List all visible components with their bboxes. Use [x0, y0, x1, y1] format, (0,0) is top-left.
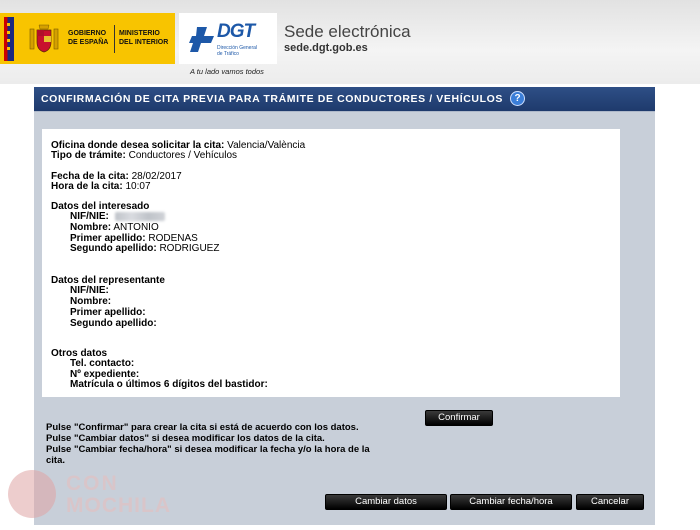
nif-row: NIF/NIE:: [70, 211, 165, 222]
panel-divider: [34, 111, 655, 112]
tramite-row: Tipo de trámite: Conductores / Vehículos: [51, 150, 237, 161]
watermark-line1: CON: [66, 472, 119, 495]
cambiar-datos-button[interactable]: Cambiar datos: [325, 494, 447, 510]
rep-primer-apellido-label: Primer apellido:: [70, 307, 146, 318]
ministerio-line1: MINISTERIO: [119, 30, 160, 37]
dgt-sub-line2: de Tráfico: [217, 51, 239, 57]
gobierno-logo[interactable]: GOBIERNO DE ESPAÑA MINISTERIO DEL INTERI…: [0, 13, 175, 64]
nif-value-redacted: [114, 211, 165, 221]
sede-url[interactable]: sede.dgt.gob.es: [284, 42, 368, 54]
nombre-row: Nombre: ANTONIO: [70, 222, 159, 233]
flag-strip-icon: [4, 17, 14, 61]
hora-value: 10:07: [125, 181, 151, 192]
page-title-bar: CONFIRMACIÓN DE CITA PREVIA PARA TRÁMITE…: [34, 87, 655, 112]
dgt-tagline: A tu lado vamos todos: [190, 67, 264, 76]
gobierno-line2: DE ESPAÑA: [68, 39, 109, 46]
segundo-apellido-value: RODRIGUEZ: [159, 243, 220, 254]
dgt-wordmark: DGT: [217, 21, 255, 42]
instruction-line-2: Pulse "Cambiar datos" si desea modificar…: [46, 433, 325, 444]
nombre-value: ANTONIO: [113, 222, 159, 233]
nif-label: NIF/NIE:: [70, 211, 109, 222]
appointment-details-box: Oficina donde desea solicitar la cita: V…: [42, 129, 620, 397]
tel-contacto-label: Tel. contacto:: [70, 358, 135, 369]
rep-nif-label: NIF/NIE:: [70, 285, 109, 296]
dgt-logo[interactable]: DGT Dirección General de Tráfico: [179, 13, 277, 64]
matricula-label: Matrícula o últimos 6 dígitos del bastid…: [70, 379, 268, 390]
page-title: CONFIRMACIÓN DE CITA PREVIA PARA TRÁMITE…: [41, 93, 503, 105]
hora-row: Hora de la cita: 10:07: [51, 181, 151, 192]
segundo-apellido-label: Segundo apellido:: [70, 243, 157, 254]
rep-nombre-label: Nombre:: [70, 296, 112, 307]
nombre-label: Nombre:: [70, 222, 112, 233]
cancelar-button[interactable]: Cancelar: [576, 494, 644, 510]
watermark-line2: MOCHILA: [66, 494, 171, 517]
coat-of-arms-icon: [29, 24, 59, 53]
logo-divider: [114, 25, 115, 53]
instruction-line-4: cita.: [46, 455, 66, 466]
confirmar-button[interactable]: Confirmar: [425, 410, 493, 426]
instruction-line-3: Pulse "Cambiar fecha/hora" si desea modi…: [46, 444, 370, 455]
dgt-cross-icon: [189, 27, 214, 52]
cambiar-fecha-hora-button[interactable]: Cambiar fecha/hora: [450, 494, 572, 510]
hora-label: Hora de la cita:: [51, 181, 123, 192]
gobierno-line1: GOBIERNO: [68, 30, 107, 37]
gobierno-text: GOBIERNO DE ESPAÑA: [68, 29, 108, 47]
help-icon[interactable]: ?: [510, 91, 525, 106]
ministerio-text: MINISTERIO DEL INTERIOR: [119, 29, 168, 47]
tramite-value: Conductores / Vehículos: [128, 150, 238, 161]
conmochila-watermark: CON MOCHILA: [8, 470, 218, 520]
site-header: GOBIERNO DE ESPAÑA MINISTERIO DEL INTERI…: [0, 0, 700, 84]
tramite-label: Tipo de trámite:: [51, 150, 126, 161]
sede-title: Sede electrónica: [284, 22, 411, 41]
segundo-apellido-row: Segundo apellido: RODRIGUEZ: [70, 243, 219, 254]
instruction-line-1: Pulse "Confirmar" para crear la cita si …: [46, 422, 359, 433]
ministerio-line2: DEL INTERIOR: [119, 39, 169, 46]
dgt-subtitle: Dirección General de Tráfico: [217, 45, 257, 57]
watermark-hiker-icon: [8, 470, 56, 518]
oficina-value: Valencia/València: [227, 140, 306, 151]
rep-segundo-apellido-label: Segundo apellido:: [70, 318, 157, 329]
